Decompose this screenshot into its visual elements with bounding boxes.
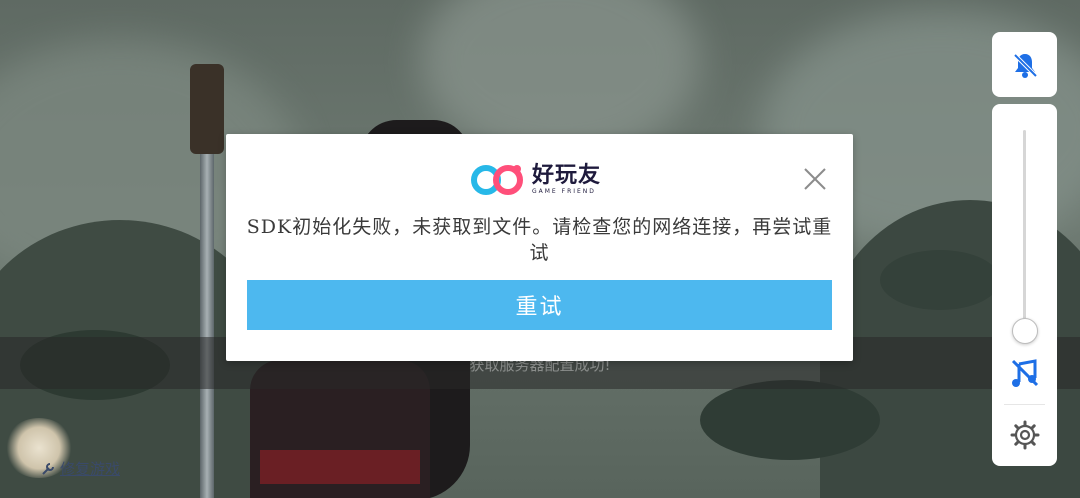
lotus-leaf <box>700 380 880 460</box>
logo-subtext: GAME FRIEND <box>532 188 596 195</box>
sdk-error-dialog: 好玩友 GAME FRIEND SDK初始化失败，未获取到文件。请检查您的网络连… <box>226 134 853 361</box>
wrench-icon <box>42 462 54 475</box>
logo-mark-icon <box>471 165 523 195</box>
notification-toggle[interactable] <box>992 32 1057 97</box>
retry-button[interactable]: 重试 <box>247 280 832 330</box>
music-off-icon[interactable] <box>1008 356 1042 390</box>
volume-slider-knob[interactable] <box>1012 318 1038 344</box>
error-message: SDK初始化失败，未获取到文件。请检查您的网络连接，再尝试重试 <box>246 216 833 264</box>
gear-icon[interactable] <box>1010 420 1040 450</box>
repair-game-label: 修复游戏 <box>60 460 121 478</box>
logo-text: 好玩友 <box>532 163 602 188</box>
divider <box>1004 404 1045 405</box>
logo: 好玩友 GAME FRIEND <box>468 162 601 198</box>
bell-muted-icon <box>1013 53 1037 78</box>
audio-panel <box>992 104 1057 466</box>
game-screen: 获取服务器配置成功! 修复游戏 好玩友 GAME FRIEND SDK初始化失败… <box>0 0 1080 498</box>
sword-hilt <box>190 64 224 154</box>
hero-belt <box>260 450 420 484</box>
lotus-leaf <box>880 250 1000 310</box>
repair-game-link[interactable]: 修复游戏 <box>40 458 120 479</box>
volume-slider-track[interactable] <box>1023 130 1026 330</box>
close-icon[interactable] <box>802 166 828 192</box>
